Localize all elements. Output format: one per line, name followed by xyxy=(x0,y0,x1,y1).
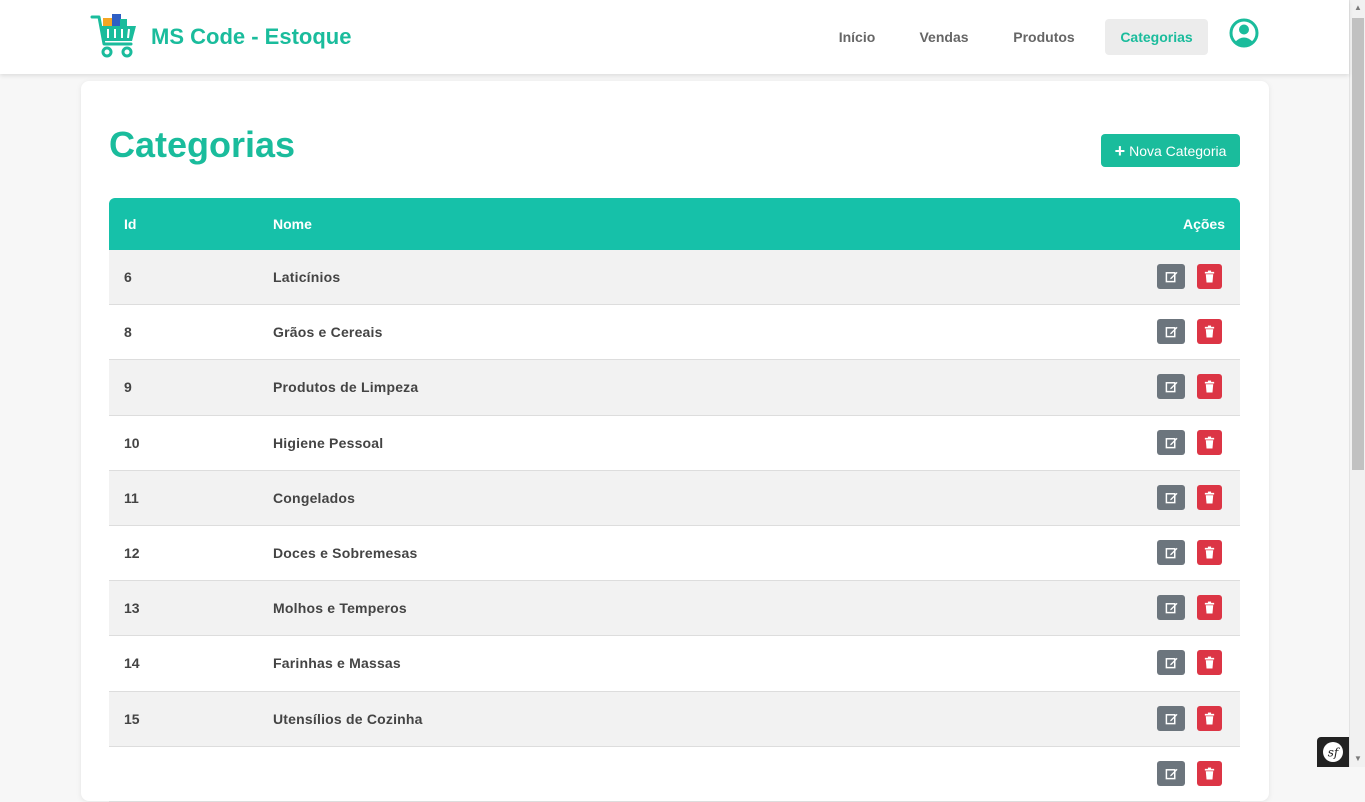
cell-nome: Congelados xyxy=(273,489,356,506)
edit-icon xyxy=(1165,436,1178,449)
edit-button[interactable] xyxy=(1157,539,1185,565)
cell-nome: Farinhas e Massas xyxy=(273,655,401,672)
new-category-label: Nova Categoria xyxy=(1129,142,1227,159)
column-header-nome: Nome xyxy=(273,216,312,232)
table-row: 14 Farinhas e Massas xyxy=(109,636,1240,692)
scroll-up-arrow-icon[interactable]: ▲ xyxy=(1350,0,1365,16)
delete-button[interactable] xyxy=(1197,539,1222,565)
trash-icon xyxy=(1203,656,1216,669)
trash-icon xyxy=(1203,491,1216,504)
edit-button[interactable] xyxy=(1157,264,1185,289)
edit-icon xyxy=(1165,601,1178,614)
cell-id: 14 xyxy=(124,655,140,672)
delete-button[interactable] xyxy=(1197,319,1222,345)
cell-nome: Higiene Pessoal xyxy=(273,434,384,451)
brand[interactable]: MS Code - Estoque xyxy=(90,14,351,60)
delete-button[interactable] xyxy=(1197,374,1222,400)
trash-icon xyxy=(1203,270,1216,283)
edit-icon xyxy=(1165,546,1178,559)
cell-id: 12 xyxy=(124,544,140,561)
edit-button[interactable] xyxy=(1157,595,1185,621)
user-circle-icon[interactable] xyxy=(1229,18,1259,48)
delete-button[interactable] xyxy=(1197,595,1222,621)
cell-id: 9 xyxy=(124,379,132,396)
trash-icon xyxy=(1203,712,1216,725)
edit-button[interactable] xyxy=(1157,705,1185,731)
cell-id: 8 xyxy=(124,324,132,341)
trash-icon xyxy=(1203,436,1216,449)
cell-id: 6 xyxy=(124,269,132,285)
cell-nome: Produtos de Limpeza xyxy=(273,379,419,396)
table-row: 9 Produtos de Limpeza xyxy=(109,360,1240,416)
cell-nome: Doces e Sobremesas xyxy=(273,544,418,561)
table-header: Id Nome Ações xyxy=(109,198,1240,250)
table-row: 13 Molhos e Temperos xyxy=(109,581,1240,637)
trash-icon xyxy=(1203,601,1216,614)
edit-button[interactable] xyxy=(1157,650,1185,676)
edit-icon xyxy=(1165,712,1178,725)
nav-item-produtos[interactable]: Produtos xyxy=(1000,19,1088,55)
nav-item-vendas[interactable]: Vendas xyxy=(907,19,981,55)
delete-button[interactable] xyxy=(1197,484,1222,510)
edit-icon xyxy=(1165,491,1178,504)
edit-icon xyxy=(1165,767,1178,780)
nav-item-inicio[interactable]: Início xyxy=(826,19,888,55)
table-row: 15 Utensílios de Cozinha xyxy=(109,691,1240,747)
delete-button[interactable] xyxy=(1197,264,1222,289)
table-row xyxy=(109,746,1240,802)
symfony-debug-toolbar[interactable]: sf xyxy=(1317,737,1349,767)
edit-icon xyxy=(1165,380,1178,393)
nav-item-categorias[interactable]: Categorias xyxy=(1105,19,1208,55)
delete-button[interactable] xyxy=(1197,760,1222,786)
cell-id: 15 xyxy=(124,710,140,727)
scroll-down-arrow-icon[interactable]: ▼ xyxy=(1350,751,1365,767)
delete-button[interactable] xyxy=(1197,429,1222,455)
column-header-id: Id xyxy=(124,216,137,232)
new-category-button[interactable]: + Nova Categoria xyxy=(1101,134,1240,167)
edit-icon xyxy=(1165,270,1178,283)
delete-button[interactable] xyxy=(1197,705,1222,731)
trash-icon xyxy=(1203,546,1216,559)
delete-button[interactable] xyxy=(1197,650,1222,676)
table-row: 8 Grãos e Cereais xyxy=(109,305,1240,361)
trash-icon xyxy=(1203,325,1216,338)
symfony-icon: sf xyxy=(1323,742,1343,762)
table-body: 6 Laticínios 8 Grãos e Cereais 9 Produtos de … xyxy=(109,250,1240,802)
plus-icon: + xyxy=(1114,140,1126,161)
cell-id: 13 xyxy=(124,600,140,617)
top-navbar: MS Code - Estoque Início Vendas Produtos… xyxy=(0,0,1349,74)
edit-button[interactable] xyxy=(1157,484,1185,510)
edit-button[interactable] xyxy=(1157,760,1185,786)
edit-icon xyxy=(1165,325,1178,338)
app-title: MS Code - Estoque xyxy=(151,24,352,49)
edit-button[interactable] xyxy=(1157,319,1185,345)
trash-icon xyxy=(1203,380,1216,393)
vertical-scrollbar[interactable]: ▲ ▼ xyxy=(1349,0,1365,767)
cell-nome: Utensílios de Cozinha xyxy=(273,710,423,727)
cell-nome: Grãos e Cereais xyxy=(273,324,383,341)
table-row: 12 Doces e Sobremesas xyxy=(109,525,1240,582)
cell-id: 11 xyxy=(124,489,139,506)
column-header-acoes: Ações xyxy=(1182,216,1225,232)
table-row: 11 Congelados xyxy=(109,470,1240,526)
trash-icon xyxy=(1203,767,1216,780)
categories-table: Id Nome Ações 6 Laticínios 8 Grãos e Cereai… xyxy=(109,198,1240,802)
page-title: Categorias xyxy=(109,124,296,165)
edit-icon xyxy=(1165,656,1178,669)
cell-id: 10 xyxy=(124,434,140,451)
edit-button[interactable] xyxy=(1157,429,1185,455)
shopping-cart-logo-icon xyxy=(90,14,136,58)
table-row: 6 Laticínios xyxy=(109,250,1240,306)
edit-button[interactable] xyxy=(1157,374,1185,400)
scrollbar-thumb[interactable] xyxy=(1352,18,1364,470)
cell-nome: Molhos e Temperos xyxy=(273,600,407,617)
table-row: 10 Higiene Pessoal xyxy=(109,415,1240,471)
cell-nome: Laticínios xyxy=(273,269,341,285)
